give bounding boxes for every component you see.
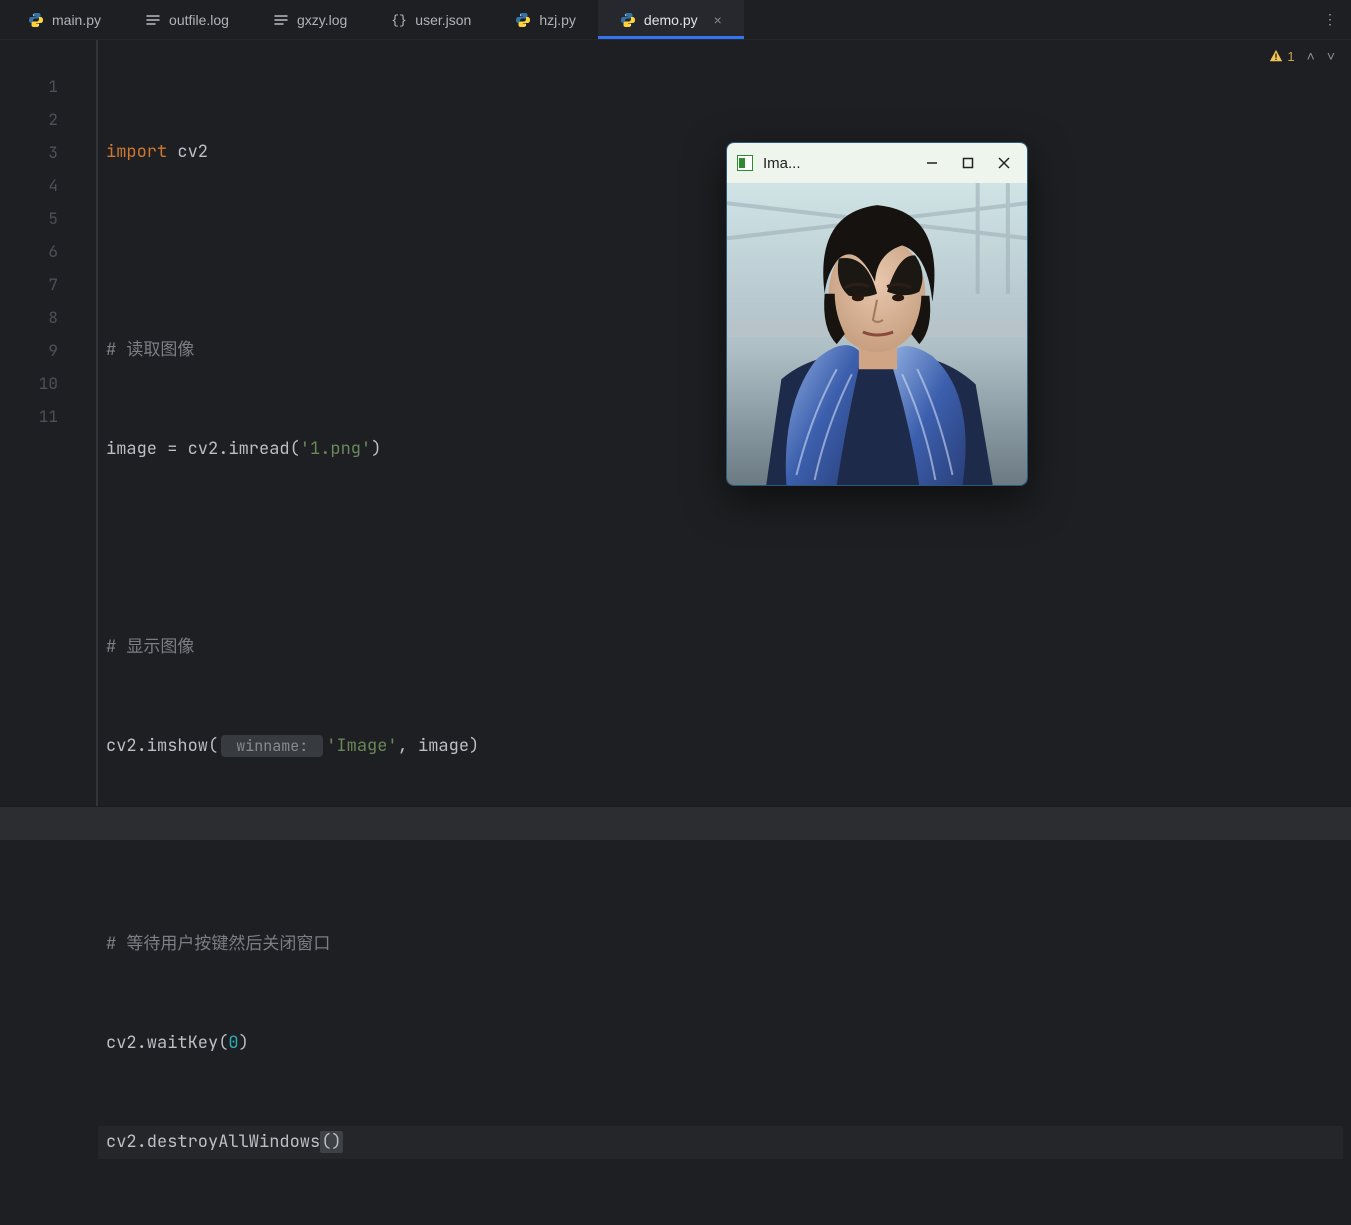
lines-icon bbox=[145, 12, 161, 28]
tab-outfile-log[interactable]: outfile.log bbox=[123, 0, 251, 39]
tab-label: main.py bbox=[52, 12, 101, 28]
line-number: 9 bbox=[0, 334, 58, 367]
code-line-active: cv2.destroyAllWindows() bbox=[98, 1126, 1343, 1159]
warning-count: 1 bbox=[1287, 49, 1294, 64]
tab-close-icon[interactable]: × bbox=[714, 12, 722, 28]
window-maximize-icon[interactable] bbox=[955, 152, 981, 174]
code-editor: 1 2 3 4 5 6 7 8 9 10 11 import cv2 # 读取图… bbox=[0, 40, 1351, 806]
warning-icon bbox=[1269, 49, 1283, 63]
image-content bbox=[727, 183, 1027, 485]
line-number: 1 bbox=[0, 70, 58, 103]
next-highlight-icon[interactable]: ˅ bbox=[1327, 48, 1335, 64]
window-title: Ima... bbox=[763, 155, 909, 172]
line-number: 8 bbox=[0, 301, 58, 334]
tab-label: gxzy.log bbox=[297, 12, 347, 28]
status-bar bbox=[0, 806, 1351, 840]
line-number-gutter: 1 2 3 4 5 6 7 8 9 10 11 bbox=[0, 40, 98, 806]
code-line: # 等待用户按键然后关闭窗口 bbox=[106, 928, 1351, 961]
window-minimize-icon[interactable] bbox=[919, 152, 945, 174]
python-icon bbox=[28, 12, 44, 28]
editor-tabbar: main.py outfile.log gxzy.log {} user.jso… bbox=[0, 0, 1351, 40]
code-line: cv2.imshow( winname: 'Image', image) bbox=[106, 730, 1351, 763]
tab-user-json[interactable]: {} user.json bbox=[369, 0, 493, 39]
window-titlebar[interactable]: Ima... bbox=[727, 143, 1027, 183]
code-line bbox=[106, 532, 1351, 565]
tab-label: user.json bbox=[415, 12, 471, 28]
prev-highlight-icon[interactable]: ˄ bbox=[1307, 48, 1315, 64]
python-icon bbox=[620, 12, 636, 28]
app-icon bbox=[737, 155, 753, 171]
line-number: 5 bbox=[0, 202, 58, 235]
window-close-icon[interactable] bbox=[991, 152, 1017, 174]
tab-label: outfile.log bbox=[169, 12, 229, 28]
line-number: 11 bbox=[0, 400, 58, 433]
code-line: cv2.waitKey(0) bbox=[106, 1027, 1351, 1060]
line-number: 7 bbox=[0, 268, 58, 301]
code-line: # 显示图像 bbox=[106, 631, 1351, 664]
braces-icon: {} bbox=[391, 12, 407, 28]
tabbar-more-icon[interactable]: ⋮ bbox=[1309, 11, 1351, 28]
python-icon bbox=[515, 12, 531, 28]
tab-main-py[interactable]: main.py bbox=[6, 0, 123, 39]
tab-gxzy-log[interactable]: gxzy.log bbox=[251, 0, 369, 39]
line-number: 4 bbox=[0, 169, 58, 202]
image-preview-window[interactable]: Ima... bbox=[726, 142, 1028, 486]
tab-hzj-py[interactable]: hzj.py bbox=[493, 0, 598, 39]
warning-badge[interactable]: 1 bbox=[1269, 49, 1294, 64]
caret-paren: () bbox=[320, 1131, 342, 1153]
inspection-status: 1 ˄ ˅ bbox=[1269, 48, 1335, 64]
line-number: 2 bbox=[0, 103, 58, 136]
line-number: 10 bbox=[0, 367, 58, 400]
tab-demo-py[interactable]: demo.py × bbox=[598, 0, 744, 39]
line-number: 6 bbox=[0, 235, 58, 268]
tab-label: hzj.py bbox=[539, 12, 576, 28]
svg-text:{}: {} bbox=[391, 13, 407, 28]
lines-icon bbox=[273, 12, 289, 28]
inlay-hint: winname: bbox=[221, 735, 323, 757]
line-number: 3 bbox=[0, 136, 58, 169]
tab-label: demo.py bbox=[644, 12, 698, 28]
code-content[interactable]: import cv2 # 读取图像 image = cv2.imread('1.… bbox=[98, 40, 1351, 806]
